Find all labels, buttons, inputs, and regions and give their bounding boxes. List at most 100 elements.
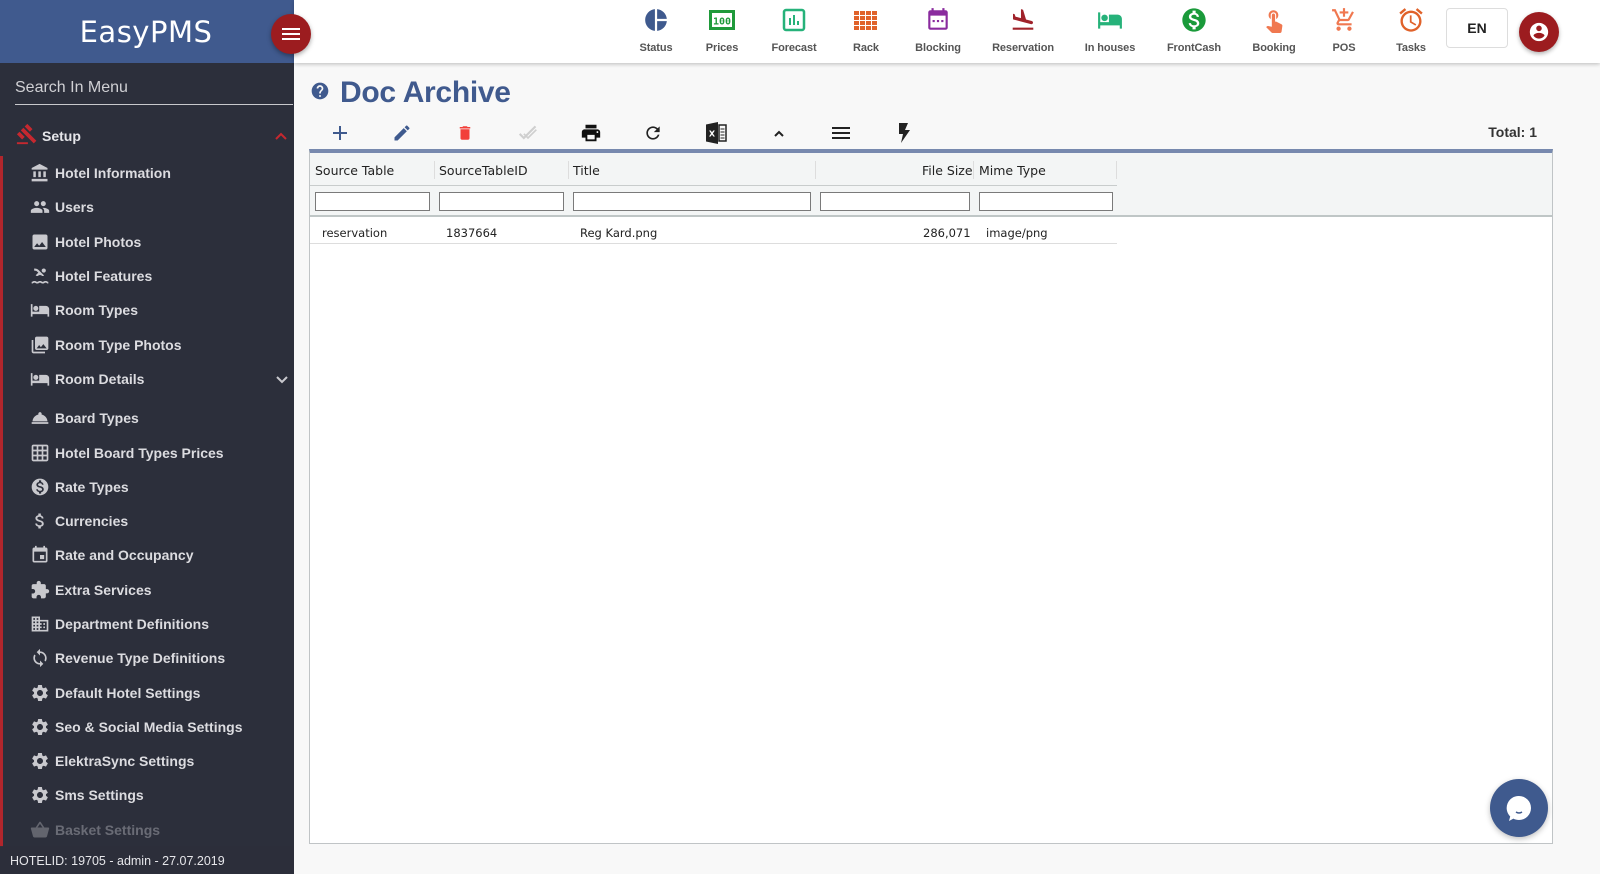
menu-toggle-button[interactable]: [271, 14, 311, 54]
filter-source-table[interactable]: [315, 192, 430, 211]
bar-chart-icon: [780, 6, 808, 34]
sidebar-item-rate-and-occupancy[interactable]: Rate and Occupancy: [0, 538, 294, 572]
nav-forecast[interactable]: Forecast: [754, 6, 834, 54]
sidebar-item-default-hotel-settings[interactable]: Default Hotel Settings: [0, 675, 294, 709]
sidebar-item-elektrasync-settings[interactable]: ElektraSync Settings: [0, 744, 294, 778]
users-icon: [30, 197, 50, 217]
sidebar-item-sms-settings[interactable]: Sms Settings: [0, 778, 294, 812]
chevron-up-icon[interactable]: [274, 128, 288, 146]
nav-rack[interactable]: Rack: [826, 6, 906, 54]
dollar-circle-icon: [30, 477, 50, 497]
sidebar-item-users[interactable]: Users: [0, 190, 294, 224]
bed-icon: [30, 369, 50, 389]
actions-button[interactable]: [889, 120, 919, 146]
cell-file-size: 286,071: [923, 226, 971, 240]
print-button[interactable]: [576, 120, 606, 146]
sidebar-item-department-definitions[interactable]: Department Definitions: [0, 607, 294, 641]
sidebar-item-room-type-photos[interactable]: Room Type Photos: [0, 327, 294, 361]
grid-header: Source Table SourceTableID Title File Si…: [310, 153, 1552, 217]
sidebar-item-rate-types[interactable]: Rate Types: [0, 470, 294, 504]
approve-button[interactable]: [513, 120, 543, 146]
plus-icon: [333, 126, 347, 140]
filter-file-size[interactable]: [820, 192, 970, 211]
sidebar-section-setup[interactable]: Setup: [0, 116, 294, 156]
room-service-icon: [30, 408, 50, 428]
dollar-icon: [30, 511, 50, 531]
photo-icon: [30, 232, 50, 252]
cell-title: Reg Kard.png: [580, 226, 658, 240]
nav-blocking[interactable]: Blocking: [898, 6, 978, 54]
column-header-mime-type[interactable]: Mime Type: [979, 163, 1046, 178]
sidebar-item-hotel-board-types-prices[interactable]: Hotel Board Types Prices: [0, 435, 294, 469]
header-divider: [310, 185, 1117, 186]
printer-icon: [581, 124, 601, 142]
nav-tasks[interactable]: Tasks: [1371, 6, 1451, 54]
sidebar-item-hotel-photos[interactable]: Hotel Photos: [0, 225, 294, 259]
building-icon: [30, 614, 50, 634]
svg-text:100: 100: [713, 17, 731, 28]
top-navigation: Status 100 Prices Forecast Rack Blocking…: [294, 0, 1600, 63]
user-account-button[interactable]: [1519, 12, 1559, 52]
chevron-down-icon[interactable]: [275, 372, 289, 390]
sync-icon: [30, 648, 50, 668]
column-separator: [434, 161, 435, 179]
cart-icon: [1330, 6, 1358, 34]
refresh-button[interactable]: [638, 120, 668, 146]
export-excel-button[interactable]: X: [701, 120, 731, 146]
sidebar-item-currencies[interactable]: Currencies: [0, 504, 294, 538]
column-separator: [973, 161, 974, 179]
gavel-icon: [16, 123, 38, 150]
filter-title[interactable]: [573, 192, 811, 211]
column-header-title[interactable]: Title: [573, 163, 600, 178]
language-selector[interactable]: EN: [1446, 8, 1508, 48]
gear-icon: [30, 751, 50, 771]
chat-bubble-icon: [1506, 795, 1531, 821]
column-header-file-size[interactable]: File Size: [922, 163, 973, 178]
sidebar-item-hotel-features[interactable]: Hotel Features: [0, 259, 294, 293]
grid-toolbar: X Total: 1: [310, 118, 1553, 148]
edit-button[interactable]: [387, 120, 417, 146]
double-check-icon: [518, 125, 537, 140]
sidebar-item-basket-settings[interactable]: Basket Settings: [0, 813, 294, 847]
sidebar-item-room-types[interactable]: Room Types: [0, 293, 294, 327]
help-icon[interactable]: [310, 81, 330, 106]
hamburger-icon: [282, 28, 300, 40]
refresh-icon: [646, 126, 660, 140]
nav-frontcash[interactable]: FrontCash: [1154, 6, 1234, 54]
menu-icon: [832, 127, 850, 139]
column-header-source-table-id[interactable]: SourceTableID: [439, 163, 528, 178]
session-info: HOTELID: 19705 - admin - 27.07.2019: [0, 846, 294, 874]
bank-icon: [30, 163, 50, 183]
cell-source-table: reservation: [322, 226, 388, 240]
table-row[interactable]: reservation 1837664 Reg Kard.png 286,071…: [310, 219, 1117, 244]
bed-icon: [1096, 6, 1124, 34]
menu-search-input[interactable]: [15, 79, 293, 97]
sidebar-item-seo-social-media-settings[interactable]: Seo & Social Media Settings: [0, 710, 294, 744]
columns-button[interactable]: [826, 120, 856, 146]
column-header-source-table[interactable]: Source Table: [315, 163, 394, 178]
bed-icon: [30, 300, 50, 320]
calendar-icon: [924, 6, 952, 34]
filter-mime-type[interactable]: [979, 192, 1113, 211]
collapse-button[interactable]: [764, 120, 794, 146]
sidebar-item-board-types[interactable]: Board Types: [0, 401, 294, 435]
nav-prices[interactable]: 100 Prices: [682, 6, 762, 54]
sidebar-item-room-details[interactable]: Room Details: [0, 362, 294, 396]
chat-widget-button[interactable]: [1490, 779, 1548, 837]
calendar-icon: [30, 545, 50, 565]
sidebar-item-hotel-information[interactable]: Hotel Information: [0, 156, 294, 190]
brand-header: EasyPMS: [0, 0, 294, 63]
add-button[interactable]: [325, 120, 355, 146]
filter-source-table-id[interactable]: [439, 192, 564, 211]
account-circle-icon: [1529, 22, 1549, 42]
nav-booking[interactable]: Booking: [1234, 6, 1314, 54]
nav-in-houses[interactable]: In houses: [1070, 6, 1150, 54]
grid-icon: [30, 443, 50, 463]
gear-icon: [30, 785, 50, 805]
delete-button[interactable]: [450, 120, 480, 146]
basket-icon: [30, 820, 50, 840]
sidebar-item-extra-services[interactable]: Extra Services: [0, 573, 294, 607]
doc-archive-grid: Source Table SourceTableID Title File Si…: [309, 149, 1553, 844]
sidebar-item-revenue-type-definitions[interactable]: Revenue Type Definitions: [0, 641, 294, 675]
nav-reservation[interactable]: Reservation: [983, 6, 1063, 54]
